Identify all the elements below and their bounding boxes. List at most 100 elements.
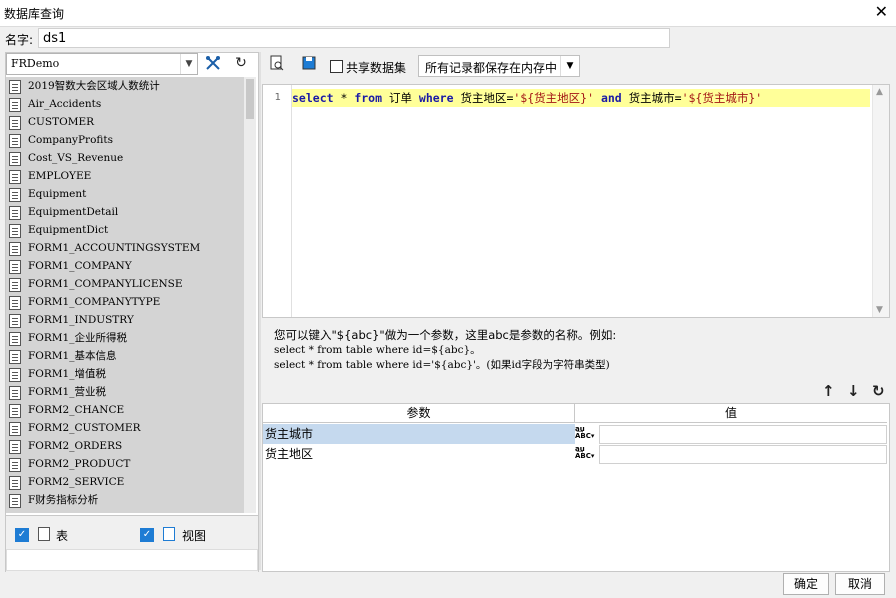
param-name: 货主城市 [263,424,575,444]
scroll-up-icon[interactable]: ▲ [876,87,883,97]
show-views-label: 视图 [182,529,207,543]
query-panel: 共享数据集 所有记录都保存在内存中 ▼ 1 select * from 订单 w… [262,52,891,572]
share-dataset-checkbox[interactable] [330,60,343,73]
sql-keyword: select [292,91,334,105]
table-name: Equipment [28,188,87,200]
refresh-params-icon[interactable]: ↻ [872,382,885,400]
table-icon [9,296,21,310]
ok-button[interactable]: 确定 [783,573,829,595]
list-item[interactable]: FORM2_PRODUCT [6,455,244,473]
list-item[interactable]: FORM1_企业所得税 [6,329,244,347]
column-header-param[interactable]: 参数 [263,404,575,423]
scroll-down-icon[interactable]: ▼ [876,305,883,315]
show-tables-checkbox[interactable]: ✓ [15,528,29,542]
list-item[interactable]: FORM2_CHANCE [6,401,244,419]
show-views-checkbox[interactable]: ✓ [140,528,154,542]
list-item[interactable]: EMPLOYEE [6,167,244,185]
table-filter-bar: ✓ 表 ✓ 视图 [6,515,258,572]
hint-example: select * from table where id=${abc}。 [274,344,481,356]
table-icon [9,368,21,382]
list-item[interactable]: FORM1_COMPANYLICENSE [6,275,244,293]
table-icon [9,386,21,400]
param-value-input[interactable] [599,445,887,464]
table-icon [9,98,21,112]
share-dataset-label: 共享数据集 [346,61,407,75]
preview-icon[interactable] [266,55,288,75]
table-icon [9,80,21,94]
table-name: FORM1_增值税 [28,368,106,380]
sql-keyword: from [354,91,383,105]
type-string-icon[interactable]: a͢u ABC▾ [575,446,597,462]
refresh-icon[interactable]: ↻ [230,53,252,73]
name-input[interactable] [38,28,670,48]
move-up-icon[interactable]: ↑ [822,382,835,400]
column-header-value[interactable]: 值 [575,404,887,423]
connection-settings-icon[interactable] [202,53,224,73]
connection-select[interactable]: FRDemo ▼ [6,53,198,75]
chevron-down-icon[interactable]: ▼ [560,56,579,76]
table-name: CompanyProfits [28,134,114,146]
list-item[interactable]: FORM1_COMPANYTYPE [6,293,244,311]
sql-text: 货主城市= [621,91,682,105]
hint-example: select * from table where id='${abc}'。(如… [274,359,610,371]
list-item[interactable]: F财务指标分析 [6,491,244,509]
list-item[interactable]: 2019智数大会区域人数统计 [6,77,244,95]
table-list-scrollbar[interactable] [244,77,256,513]
list-item[interactable]: FORM1_基本信息 [6,347,244,365]
cache-mode-value: 所有记录都保存在内存中 [425,61,558,75]
sql-editor[interactable]: 1 select * from 订单 where 货主地区='${货主地区}' … [262,84,890,318]
scrollbar-thumb[interactable] [246,79,254,119]
param-value-input[interactable] [599,425,887,444]
table-name: FORM1_ACCOUNTINGSYSTEM [28,242,201,254]
list-item[interactable]: CUSTOMER [6,113,244,131]
sql-text: 货主地区= [453,91,514,105]
table-name: FORM1_COMPANYLICENSE [28,278,183,290]
view-icon [163,527,175,541]
table-name: FORM1_COMPANY [28,260,132,272]
list-item[interactable]: FORM1_增值税 [6,365,244,383]
list-item[interactable]: Air_Accidents [6,95,244,113]
close-icon[interactable]: ✕ [875,3,888,21]
table-icon [9,350,21,364]
type-string-icon[interactable]: a͢u ABC▾ [575,426,597,442]
sql-keyword: where [418,91,454,105]
list-item[interactable]: FORM1_COMPANY [6,257,244,275]
pane-splitter[interactable] [259,52,261,570]
table-icon [9,170,21,184]
table-search-field[interactable] [6,549,258,571]
sql-line[interactable]: select * from 订单 where 货主地区='${货主地区}' an… [292,89,870,107]
move-down-icon[interactable]: ↓ [847,382,860,400]
list-item[interactable]: FORM2_SERVICE [6,473,244,491]
table-row[interactable]: 货主城市 a͢u ABC▾ [263,424,889,444]
table-icon [9,206,21,220]
list-item[interactable]: FORM2_ORDERS [6,437,244,455]
list-item[interactable]: Cost_VS_Revenue [6,149,244,167]
sql-string: '${货主地区}' [513,91,594,105]
window-title: 数据库查询 [4,7,65,21]
cancel-button[interactable]: 取消 [835,573,885,595]
list-item[interactable]: FORM2_CUSTOMER [6,419,244,437]
table-icon [9,440,21,454]
table-row[interactable]: 货主地区 a͢u ABC▾ [263,444,889,464]
editor-scrollbar[interactable]: ▲ ▼ [872,85,889,317]
cache-mode-select[interactable]: 所有记录都保存在内存中 ▼ [418,55,580,77]
save-icon[interactable] [298,55,320,75]
sql-text: * [333,91,355,105]
table-icon [9,494,21,508]
sql-keyword: and [600,91,622,105]
table-name: FORM2_PRODUCT [28,458,131,470]
name-label: 名字: [5,33,34,47]
chevron-down-icon[interactable]: ▼ [180,54,197,74]
sql-string: '${货主城市}' [681,91,763,105]
table-browser: FRDemo ▼ ↻ 2019智数大会区域人数统计 Air_Accidents CU… [5,52,259,572]
list-item[interactable]: FORM1_INDUSTRY [6,311,244,329]
list-item[interactable]: FORM1_ACCOUNTINGSYSTEM [6,239,244,257]
param-name: 货主地区 [265,447,314,461]
list-item[interactable]: CompanyProfits [6,131,244,149]
list-item[interactable]: EquipmentDict [6,221,244,239]
list-item[interactable]: EquipmentDetail [6,203,244,221]
list-item[interactable]: Equipment [6,185,244,203]
list-item[interactable]: FORM1_营业税 [6,383,244,401]
table-icon [9,134,21,148]
show-tables-label: 表 [56,529,69,543]
